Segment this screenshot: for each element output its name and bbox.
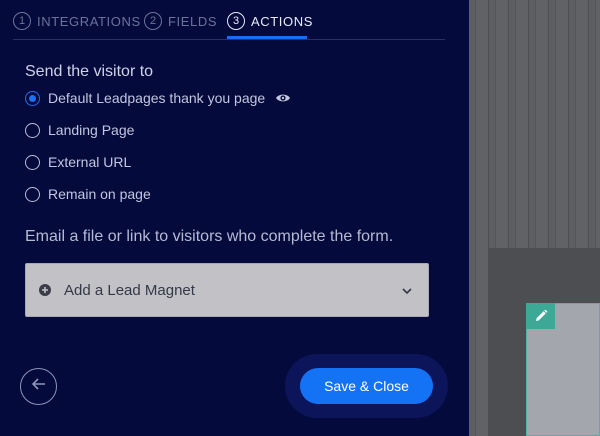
- tab-label: INTEGRATIONS: [37, 13, 141, 29]
- actions-panel: 1 INTEGRATIONS 2 FIELDS 3 ACTIONS Send t…: [0, 0, 470, 436]
- chevron-down-icon: [401, 284, 413, 301]
- radio-button[interactable]: [25, 154, 40, 170]
- option-remain-on-page[interactable]: Remain on page: [25, 184, 151, 204]
- save-close-button[interactable]: Save & Close: [300, 368, 433, 404]
- step-number: 3: [227, 12, 245, 30]
- active-tab-indicator: [227, 36, 307, 39]
- radio-button[interactable]: [25, 122, 40, 138]
- radio-button[interactable]: [25, 186, 40, 202]
- step-tabs: 1 INTEGRATIONS 2 FIELDS 3 ACTIONS: [13, 0, 445, 40]
- eye-icon[interactable]: [275, 92, 291, 104]
- email-instructions: Email a file or link to visitors who com…: [25, 228, 394, 245]
- lead-magnet-label: Add a Lead Magnet: [64, 281, 195, 299]
- option-label: Default Leadpages thank you page: [48, 90, 266, 106]
- tab-fields[interactable]: 2 FIELDS: [144, 11, 217, 31]
- option-label: External URL: [48, 154, 132, 170]
- tab-integrations[interactable]: 1 INTEGRATIONS: [13, 11, 141, 31]
- lead-magnet-dropdown[interactable]: Add a Lead Magnet: [25, 263, 429, 317]
- send-visitor-heading: Send the visitor to: [25, 63, 154, 80]
- option-landing-page[interactable]: Landing Page: [25, 120, 134, 140]
- option-label: Landing Page: [48, 122, 135, 138]
- radio-button[interactable]: [25, 90, 40, 106]
- tab-label: ACTIONS: [251, 13, 313, 29]
- radio-selected-dot: [29, 94, 36, 102]
- plus-circle-icon: [39, 284, 51, 296]
- tab-actions[interactable]: 3 ACTIONS: [227, 11, 313, 31]
- option-label: Remain on page: [48, 186, 151, 202]
- option-external-url[interactable]: External URL: [25, 152, 131, 172]
- pencil-icon[interactable]: [526, 303, 555, 329]
- arrow-left-icon: [31, 377, 47, 396]
- back-button[interactable]: [20, 368, 57, 405]
- step-number: 1: [13, 12, 31, 30]
- tab-label: FIELDS: [168, 13, 218, 29]
- option-default-thank-you[interactable]: Default Leadpages thank you page: [25, 88, 291, 108]
- step-number: 2: [144, 12, 162, 30]
